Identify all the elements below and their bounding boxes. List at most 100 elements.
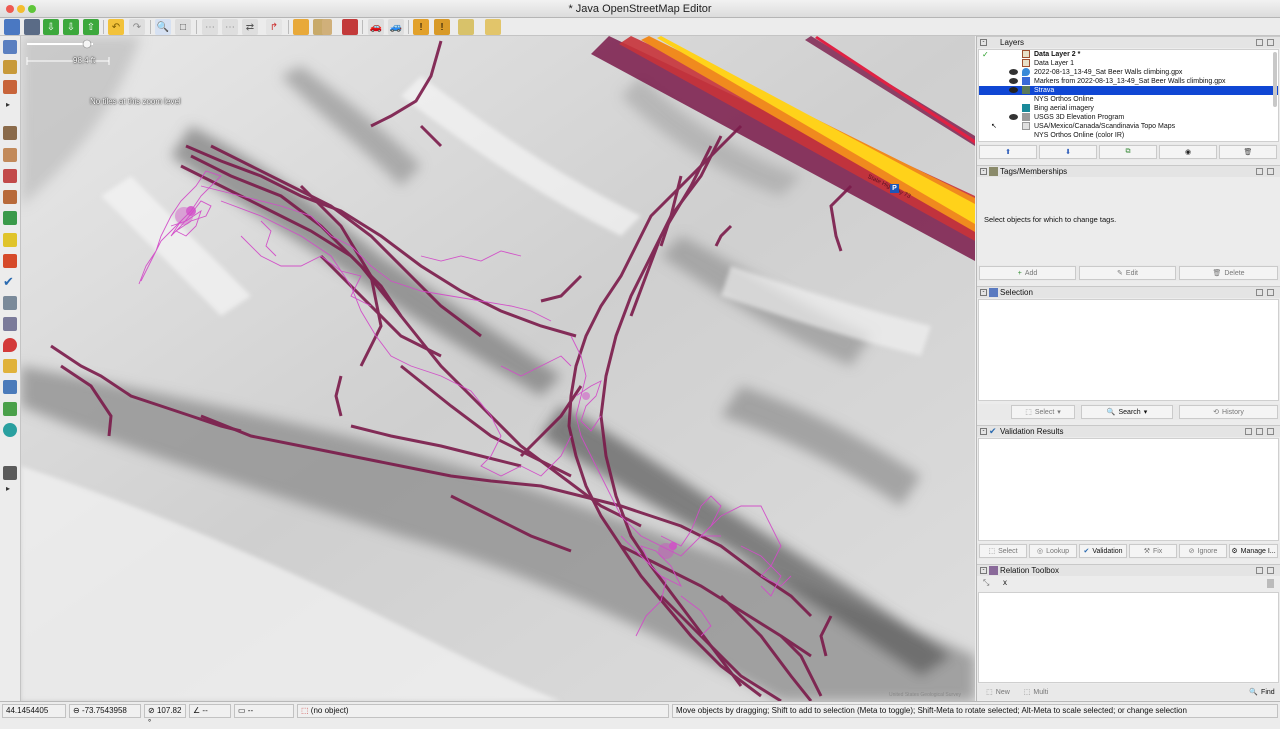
layer-row[interactable]: USGS 3D Elevation Program [979,113,1278,122]
lookup-button[interactable]: ◎ Lookup [1029,544,1077,558]
detach-icon[interactable] [1256,428,1263,435]
checkmark-icon[interactable]: ✔ [3,275,17,289]
undo-icon[interactable]: ↶ [108,19,124,35]
layer-row[interactable]: ↖ USA/Mexico/Canada/Scandinavia Topo Map… [979,122,1278,131]
relation-tool-icon[interactable] [3,190,17,204]
preset-a-icon[interactable] [293,19,309,35]
validation-select-button[interactable]: ⬚ Select [979,544,1027,558]
delete-layer-button[interactable]: 🗑 [1219,145,1277,159]
layer-row[interactable]: Bing aerial imagery [979,104,1278,113]
measure-tool-icon[interactable] [3,169,17,183]
expand-icon[interactable]: ▸ [6,100,14,109]
close-panel-icon[interactable] [1267,168,1274,175]
camera-icon[interactable] [3,466,17,480]
save-file-icon[interactable] [24,19,40,35]
upload-data-icon[interactable]: ⇧ [83,19,99,35]
map-canvas[interactable] [21,36,975,701]
info-sign-icon[interactable]: ! [413,19,429,35]
select-tool-icon[interactable] [3,40,17,54]
new-relation-button[interactable]: ⬚ New [981,685,1015,699]
collapse-icon[interactable]: - [980,428,987,435]
relation-tool-icon[interactable]: ⤡ [983,578,989,588]
toggle-visibility-button[interactable]: ◉ [1159,145,1217,159]
fix-button[interactable]: ⚒ Fix [1129,544,1177,558]
layers-panel-header[interactable]: - Layers [977,36,1280,48]
collapse-icon[interactable]: - [980,39,987,46]
gear-tool-icon[interactable] [3,317,17,331]
globe-icon[interactable] [3,423,17,437]
detach-icon[interactable] [1256,289,1263,296]
move-up-button[interactable]: ⬆ [979,145,1037,159]
detach-icon[interactable] [1256,567,1263,574]
expand-icon[interactable]: ▸ [6,484,14,493]
edit-tag-button[interactable]: ✎ Edit [1079,266,1176,280]
download-data-icon[interactable]: ⇩ [43,19,59,35]
validation-panel-header[interactable]: - ✔ Validation Results [977,425,1280,437]
zoom-to-icon[interactable]: 🔍 [155,19,171,35]
close-panel-icon[interactable] [1267,39,1274,46]
split-way-icon[interactable]: ↱ [266,19,282,35]
zoom-window-button[interactable] [28,5,36,13]
paint-tool-icon[interactable] [3,233,17,247]
selection-list[interactable] [978,299,1279,401]
layer-row[interactable]: Markers from 2022-08-13_13-49_Sat Beer W… [979,77,1278,86]
eye-icon[interactable] [1009,87,1018,93]
layer-tool-icon[interactable] [3,126,17,140]
find-relation-button[interactable]: 🔍 Find [1245,685,1279,699]
map-view[interactable]: 98.4 ft No tiles at this zoom level Stat… [21,36,975,701]
draw-tool-icon[interactable] [3,60,17,74]
layer-row-selected[interactable]: Strava [979,86,1278,95]
tags-panel-header[interactable]: - Tags/Memberships [977,165,1280,177]
chart-icon[interactable] [485,19,501,35]
detach-icon[interactable] [1256,168,1263,175]
layer-row[interactable]: NYS Orthos Online (color IR) [979,131,1278,140]
car-icon[interactable]: 🚗 [368,19,384,35]
selection-panel-header[interactable]: - Selection [977,286,1280,298]
warning-sign-icon[interactable]: ! [434,19,450,35]
lasso-tool-icon[interactable] [3,80,17,94]
manage-ignored-button[interactable]: ⚙ Manage I... [1229,544,1278,558]
validation-list[interactable] [978,438,1279,541]
collapse-icon[interactable]: - [980,168,987,175]
close-panel-icon[interactable] [1267,428,1274,435]
layers-scrollbar[interactable] [1273,52,1277,107]
select-button[interactable]: ⬚ Select ▾ [1011,405,1075,419]
minimize-window-button[interactable] [17,5,25,13]
relation-list[interactable] [978,592,1279,683]
collapse-icon[interactable]: - [980,567,987,574]
ignore-button[interactable]: ⊘ Ignore [1179,544,1227,558]
minimize-panel-icon[interactable] [1245,428,1252,435]
relation-panel-header[interactable]: - Relation Toolbox [977,564,1280,576]
history-button[interactable]: ⟲ History [1179,405,1278,419]
collapse-icon[interactable]: - [980,289,987,296]
filter-icon[interactable] [3,296,17,310]
delete-tag-button[interactable]: 🗑 Delete [1179,266,1278,280]
open-file-icon[interactable] [4,19,20,35]
ruler-icon[interactable] [3,402,17,416]
preset-e-icon[interactable] [458,19,474,35]
target-icon[interactable] [3,380,17,394]
image-tool-icon[interactable] [3,359,17,373]
close-window-button[interactable] [6,5,14,13]
eye-icon[interactable] [1009,78,1018,84]
validation-button[interactable]: ✔ Validation [1079,544,1127,558]
align-nodes-icon[interactable]: ⋯ [202,19,218,35]
close-panel-icon[interactable] [1267,289,1274,296]
preset-c-icon[interactable] [322,19,332,35]
eye-icon[interactable] [1009,69,1018,75]
car-alt-icon[interactable]: 🚙 [388,19,404,35]
palette-tool-icon[interactable] [3,254,17,268]
layer-row[interactable]: ✓ Data Layer 2 * [979,50,1278,59]
parking-marker[interactable]: P [890,184,899,193]
move-down-button[interactable]: ⬇ [1039,145,1097,159]
distribute-icon[interactable]: ⋯ [222,19,238,35]
add-tag-button[interactable]: + Add [979,266,1076,280]
eye-icon[interactable] [1009,114,1018,120]
zoom-fit-icon[interactable]: □ [175,19,191,35]
preset-d-icon[interactable] [342,19,358,35]
multi-relation-button[interactable]: ⬚ Multi [1019,685,1053,699]
layer-row[interactable]: 2022-08-13_13-49_Sat Beer Walls climbing… [979,68,1278,77]
search-button[interactable]: 🔍 Search ▾ [1081,405,1173,419]
close-panel-icon[interactable] [1267,567,1274,574]
map-tool-icon[interactable] [3,211,17,225]
